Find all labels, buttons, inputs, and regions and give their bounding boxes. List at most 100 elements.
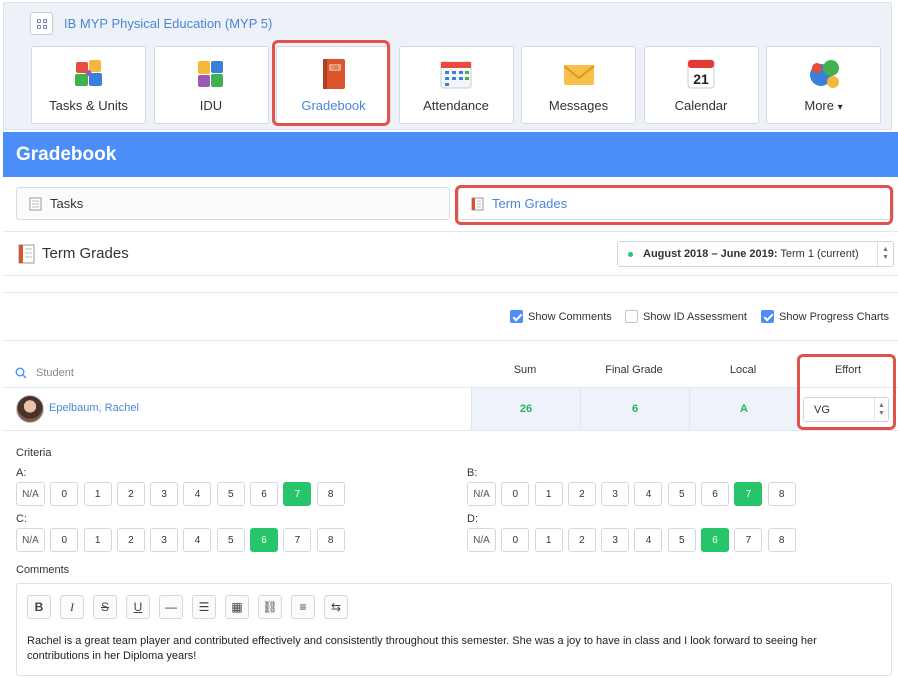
direction-button[interactable]: ⇆ xyxy=(324,595,348,619)
score-button[interactable]: 7 xyxy=(283,482,312,506)
select-arrows-icon: ▲ ▼ xyxy=(877,242,893,266)
score-button[interactable]: 0 xyxy=(50,528,79,552)
term-select[interactable]: August 2018 – June 2019: Term 1 (current… xyxy=(617,241,894,267)
score-button[interactable]: 8 xyxy=(767,528,796,552)
option-show-comments[interactable]: Show Comments xyxy=(510,310,612,323)
align-button[interactable]: ≡ xyxy=(291,595,315,619)
score-button[interactable]: 7 xyxy=(734,528,763,552)
tile-gradebook[interactable]: GB Gradebook xyxy=(276,46,391,124)
puzzle-icon xyxy=(198,61,223,87)
student-search[interactable]: Student xyxy=(15,367,74,379)
score-button[interactable]: 5 xyxy=(216,528,245,552)
strikethrough-button[interactable]: S xyxy=(93,595,117,619)
score-button[interactable]: 1 xyxy=(534,482,563,506)
checkbox[interactable] xyxy=(761,310,774,323)
select-arrows-icon: ▲ ▼ xyxy=(874,398,888,421)
score-na-button[interactable]: N/A xyxy=(467,482,496,506)
score-button[interactable]: 3 xyxy=(150,482,179,506)
score-button[interactable]: 1 xyxy=(534,528,563,552)
score-button[interactable]: 6 xyxy=(701,482,730,506)
col-final-grade: Final Grade xyxy=(605,364,663,376)
link-button[interactable]: ⛓ xyxy=(258,595,282,619)
comment-editor[interactable]: B I S U — ☰ ▦ ⛓ ≡ ⇆ Rachel is a great te… xyxy=(16,583,892,676)
more-label: More xyxy=(804,98,834,113)
tile-calendar[interactable]: 21 Calendar xyxy=(643,46,759,124)
gradebook-header: Gradebook xyxy=(3,132,898,177)
criterion-d-scores: N/A 0 1 2 3 4 5 6 7 8 xyxy=(467,528,801,552)
score-button[interactable]: 7 xyxy=(734,482,763,506)
grades-table-header: Student Sum Final Grade Local Effort xyxy=(3,352,898,388)
criteria-label: Criteria xyxy=(16,447,52,459)
score-button[interactable]: 0 xyxy=(50,482,79,506)
course-title[interactable]: IB MYP Physical Education (MYP 5) xyxy=(64,16,272,31)
score-button[interactable]: 4 xyxy=(183,528,212,552)
underline-button[interactable]: U xyxy=(126,595,150,619)
tab-tasks[interactable]: Tasks xyxy=(16,187,450,220)
score-button[interactable]: 3 xyxy=(150,528,179,552)
envelope-icon xyxy=(562,65,595,85)
status-dot-icon xyxy=(628,251,633,257)
tile-label: More ▾ xyxy=(767,98,880,113)
score-button[interactable]: 6 xyxy=(250,482,279,506)
caret-down-icon: ▾ xyxy=(837,102,843,113)
checkbox[interactable] xyxy=(510,310,523,323)
option-label: Show ID Assessment xyxy=(643,310,747,323)
score-button[interactable]: 4 xyxy=(634,528,663,552)
tile-idu[interactable]: IDU xyxy=(153,46,269,124)
criterion-b-label: B: xyxy=(467,467,478,479)
table-button[interactable]: ▦ xyxy=(225,595,249,619)
score-button[interactable]: 6 xyxy=(250,528,279,552)
horizontal-rule-button[interactable]: — xyxy=(159,595,183,619)
bold-button[interactable]: B xyxy=(27,595,51,619)
score-button[interactable]: 4 xyxy=(634,482,663,506)
calendar-icon: 21 xyxy=(687,59,715,89)
score-button[interactable]: 5 xyxy=(667,482,696,506)
nav-tiles: Tasks & Units IDU GB Gradebook Attendanc… xyxy=(31,46,889,124)
tile-attendance[interactable]: Attendance xyxy=(398,46,514,124)
comment-text[interactable]: Rachel is a great team player and contri… xyxy=(27,634,877,664)
checkbox[interactable] xyxy=(625,310,638,323)
italic-button[interactable]: I xyxy=(60,595,84,619)
score-na-button[interactable]: N/A xyxy=(16,528,45,552)
effort-select[interactable]: VG ▲ ▼ xyxy=(803,397,889,422)
score-button[interactable]: 0 xyxy=(501,482,530,506)
tile-messages[interactable]: Messages xyxy=(521,46,636,124)
local-value: A xyxy=(689,388,798,430)
option-show-id-assessment[interactable]: Show ID Assessment xyxy=(625,310,747,323)
score-button[interactable]: 5 xyxy=(667,528,696,552)
score-button[interactable]: 8 xyxy=(316,528,345,552)
score-na-button[interactable]: N/A xyxy=(16,482,45,506)
score-button[interactable]: 3 xyxy=(601,528,630,552)
score-button[interactable]: 8 xyxy=(316,482,345,506)
score-button[interactable]: 8 xyxy=(767,482,796,506)
tile-label: Gradebook xyxy=(301,98,366,113)
score-button[interactable]: 5 xyxy=(216,482,245,506)
student-name[interactable]: Epelbaum, Rachel xyxy=(49,402,139,414)
score-na-button[interactable]: N/A xyxy=(467,528,496,552)
grid-icon[interactable] xyxy=(30,12,53,35)
score-button[interactable]: 3 xyxy=(601,482,630,506)
score-button[interactable]: 2 xyxy=(116,482,145,506)
score-button[interactable]: 2 xyxy=(116,528,145,552)
option-label: Show Comments xyxy=(528,310,612,323)
option-show-progress-charts[interactable]: Show Progress Charts xyxy=(761,310,889,323)
tile-more[interactable]: More ▾ xyxy=(766,46,881,124)
score-button[interactable]: 4 xyxy=(183,482,212,506)
avatar xyxy=(16,395,44,423)
editor-toolbar: B I S U — ☰ ▦ ⛓ ≡ ⇆ xyxy=(27,595,357,619)
spacer-row xyxy=(3,277,898,293)
score-button[interactable]: 1 xyxy=(83,528,112,552)
score-button[interactable]: 7 xyxy=(283,528,312,552)
score-button[interactable]: 2 xyxy=(567,528,596,552)
score-button[interactable]: 0 xyxy=(501,528,530,552)
bullet-list-button[interactable]: ☰ xyxy=(192,595,216,619)
effort-value: VG xyxy=(814,403,830,416)
tab-term-grades[interactable]: Term Grades xyxy=(458,187,894,220)
table-row: Epelbaum, Rachel 26 6 A VG ▲ ▼ xyxy=(3,388,898,431)
score-button[interactable]: 1 xyxy=(83,482,112,506)
tile-tasks-units[interactable]: Tasks & Units xyxy=(31,46,146,124)
tile-label: Tasks & Units xyxy=(49,98,128,113)
score-button[interactable]: 2 xyxy=(567,482,596,506)
attendance-icon xyxy=(440,61,472,89)
score-button[interactable]: 6 xyxy=(701,528,730,552)
